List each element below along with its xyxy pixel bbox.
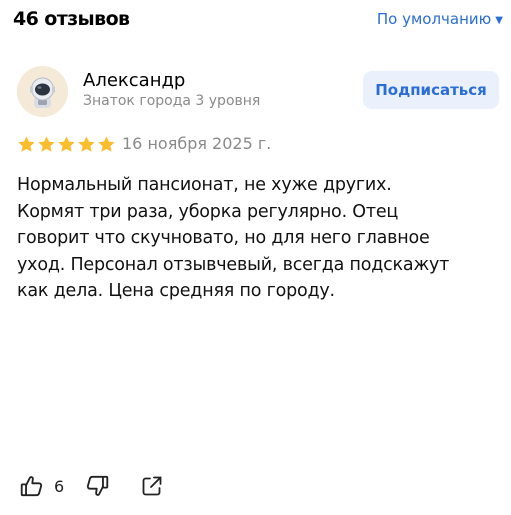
sort-label: По умолчанию xyxy=(376,10,492,28)
review-date: 16 ноября 2025 г. xyxy=(122,133,272,153)
dislike-button[interactable] xyxy=(84,473,110,499)
thumbs-down-icon xyxy=(87,475,109,496)
astronaut-avatar-icon xyxy=(17,66,68,117)
rating-row: 16 ноября 2025 г. xyxy=(17,133,271,155)
star-icon xyxy=(98,135,115,152)
reviews-header: 46 отзывов По умолчанию ▼ xyxy=(13,6,503,32)
star-icon xyxy=(58,135,75,152)
author-level: Знаток города 3 уровня xyxy=(83,93,261,109)
star-rating xyxy=(17,135,116,154)
share-button[interactable] xyxy=(140,474,164,498)
thumbs-up-icon xyxy=(20,476,43,497)
subscribe-button[interactable]: Подписаться xyxy=(363,71,499,109)
sort-dropdown[interactable]: По умолчанию ▼ xyxy=(377,10,503,28)
share-icon xyxy=(142,476,162,496)
review-count: 46 отзывов xyxy=(13,8,130,30)
star-icon xyxy=(78,135,95,152)
author-name[interactable]: Александр xyxy=(83,70,185,91)
review-text: Нормальный пансионат, не хуже других. Ко… xyxy=(17,175,450,301)
star-icon xyxy=(18,135,35,152)
like-button[interactable]: 6 xyxy=(19,473,64,499)
avatar[interactable] xyxy=(17,66,68,117)
review-author: Александр Знаток города 3 уровня Подписа… xyxy=(17,66,499,118)
star-icon xyxy=(38,135,55,152)
like-count: 6 xyxy=(54,476,65,496)
triangle-down-icon: ▼ xyxy=(495,15,503,26)
review-actions: 6 xyxy=(19,473,164,499)
